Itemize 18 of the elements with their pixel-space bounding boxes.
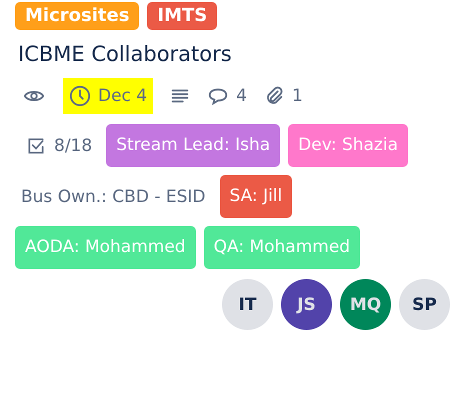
- member-avatar[interactable]: JS: [281, 279, 332, 330]
- card-label: Stream Lead: Isha: [106, 124, 280, 167]
- member-avatar[interactable]: SP: [399, 279, 450, 330]
- due-date: Dec 4: [98, 86, 148, 106]
- checklist-count: 8/18: [54, 136, 92, 156]
- card-label: SA: Jill: [220, 175, 292, 218]
- clock-icon: [69, 85, 91, 107]
- comments-count: 4: [236, 86, 247, 106]
- card-title: ICBME Collaborators: [18, 42, 233, 66]
- attachments-count: 1: [292, 86, 303, 106]
- card-label: QA: Mohammed: [204, 226, 360, 269]
- custom-field: Bus Own.: CBD - ESID: [15, 186, 212, 206]
- card-label: Dev: Shazia: [288, 124, 408, 167]
- card-label: AODA: Mohammed: [15, 226, 196, 269]
- checklist-icon: [26, 136, 46, 156]
- card-label: IMTS: [147, 2, 218, 30]
- member-avatar[interactable]: IT: [222, 279, 273, 330]
- card-label: Microsites: [15, 2, 140, 30]
